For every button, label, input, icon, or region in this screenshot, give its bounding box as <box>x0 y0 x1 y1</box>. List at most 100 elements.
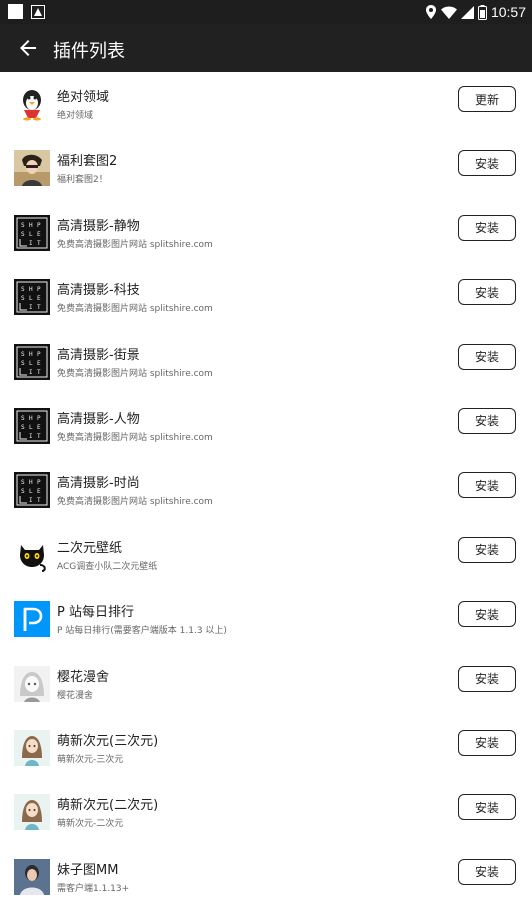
svg-text:T: T <box>37 369 41 376</box>
app-toolbar: 插件列表 <box>0 24 532 72</box>
plugin-description: 萌新次元-二次元 <box>57 819 124 830</box>
svg-text:T: T <box>37 304 41 311</box>
black-cat-icon <box>14 536 50 573</box>
plugin-name: 福利套图2 <box>57 154 118 170</box>
status-bar: 10:57 <box>0 0 532 24</box>
plugin-description: 免费高清摄影图片网站 splitshire.com <box>57 239 213 250</box>
plugin-name: 高清摄影-科技 <box>57 283 140 299</box>
plugin-row[interactable]: S H P S L E I T 高清摄影-静物 免费高清摄影图片网站 splitshire.com… <box>0 201 532 265</box>
battery-icon <box>477 4 487 20</box>
plugin-description: 樱花漫舍 <box>57 690 94 701</box>
update-button[interactable]: 更新 <box>458 86 516 112</box>
plugin-description: 免费高清摄影图片网站 splitshire.com <box>57 304 213 315</box>
plugin-description: 免费高清摄影图片网站 splitshire.com <box>57 368 213 379</box>
plugin-description: 福利套图2！ <box>57 175 108 186</box>
clock: 10:57 <box>490 4 526 20</box>
plugin-name: 妹子图MM <box>57 862 119 878</box>
install-button[interactable]: 安装 <box>458 150 516 177</box>
plugin-row[interactable]: S H P S L E I T 高清摄影-时尚 免费高清摄影图片网站 splitshire.com… <box>0 458 532 522</box>
location-icon <box>425 5 436 19</box>
anime-girl-icon <box>14 729 50 766</box>
svg-text:S: S <box>21 231 25 238</box>
svg-text:E: E <box>37 231 41 238</box>
plugin-row[interactable]: 樱花漫舍 樱花漫舍 安装 <box>0 652 532 716</box>
svg-text:P: P <box>37 415 41 422</box>
plugin-name: 萌新次元(三次元) <box>57 733 159 749</box>
install-button[interactable]: 安装 <box>458 794 516 821</box>
notification-icon <box>8 4 23 19</box>
notification-a-icon <box>31 5 45 19</box>
svg-text:P: P <box>37 479 41 486</box>
plugin-row[interactable]: S H P S L E I T 高清摄影-街景 免费高清摄影图片网站 splitshire.com… <box>0 330 532 394</box>
svg-text:T: T <box>37 433 41 440</box>
back-arrow-icon[interactable] <box>16 36 40 60</box>
plugin-name: 二次元壁纸 <box>57 540 123 556</box>
install-button[interactable]: 安装 <box>458 472 516 499</box>
plugin-name: 高清摄影-街景 <box>57 347 140 363</box>
plugin-row[interactable]: S H P S L E I T 高清摄影-科技 免费高清摄影图片网站 splitshire.com… <box>0 265 532 329</box>
install-button[interactable]: 安装 <box>458 665 516 692</box>
plugin-row[interactable]: 福利套图2 福利套图2！ 安装 <box>0 136 532 200</box>
install-button[interactable]: 安装 <box>458 279 516 306</box>
page-title: 插件列表 <box>53 41 125 62</box>
penguin-icon <box>14 86 50 122</box>
splitshire-logo-icon: SHP SLEIT <box>14 472 50 509</box>
plugin-row[interactable]: 妹子图MM 需客户端1.1.13+ 安装 <box>0 845 532 909</box>
svg-text:L: L <box>29 360 33 367</box>
plugin-row[interactable]: S H P S L E I T 高清摄影-人物 免费高清摄影图片网站 splitshire.com… <box>0 394 532 458</box>
plugin-row[interactable]: 萌新次元(二次元) 萌新次元-二次元 安装 <box>0 780 532 844</box>
splitshire-logo-icon: SHP SLEIT <box>14 407 50 444</box>
plugin-row[interactable]: 萌新次元(三次元) 萌新次元-三次元 安装 <box>0 716 532 780</box>
plugin-description: 萌新次元-三次元 <box>57 754 124 765</box>
plugin-row[interactable]: 绝对领域 绝对领域 更新 <box>0 72 532 136</box>
svg-text:S: S <box>21 360 25 367</box>
plugin-description: 需客户端1.1.13+ <box>57 883 130 894</box>
svg-text:S: S <box>21 488 25 495</box>
plugin-description: 免费高清摄影图片网站 splitshire.com <box>57 432 213 443</box>
install-button[interactable]: 安装 <box>458 601 516 628</box>
plugin-name: 高清摄影-静物 <box>57 218 140 234</box>
anime-girl-sketch-icon <box>14 665 50 702</box>
svg-text:H: H <box>29 415 33 422</box>
svg-text:P: P <box>37 351 41 358</box>
svg-text:I: I <box>29 433 33 440</box>
splitshire-logo-icon: SHP SLEIT <box>14 214 50 251</box>
plugin-description: P 站每日排行(需要客户端版本 1.1.3 以上) <box>57 626 227 637</box>
svg-text:H: H <box>29 222 33 229</box>
plugin-name: 高清摄影-人物 <box>57 411 140 427</box>
svg-text:E: E <box>37 360 41 367</box>
svg-text:T: T <box>37 497 41 504</box>
svg-text:S: S <box>21 424 25 431</box>
svg-text:S: S <box>21 479 25 486</box>
svg-text:L: L <box>29 488 33 495</box>
svg-text:I: I <box>29 497 33 504</box>
svg-text:I: I <box>29 369 33 376</box>
splitshire-logo-icon: SHP SLEIT <box>14 343 50 380</box>
plugin-name: P 站每日排行 <box>57 605 134 621</box>
install-button[interactable]: 安装 <box>458 407 516 434</box>
svg-text:H: H <box>29 286 33 293</box>
svg-text:I: I <box>29 304 33 311</box>
signal-icon <box>460 5 474 19</box>
install-button[interactable]: 安装 <box>458 536 516 563</box>
plugin-description: ACG调查小队二次元壁纸 <box>57 561 158 572</box>
plugin-row[interactable]: P 站每日排行 P 站每日排行(需要客户端版本 1.1.3 以上) 安装 <box>0 587 532 651</box>
splitshire-logo-icon: SHP SLEIT <box>14 279 50 316</box>
svg-text:P: P <box>37 222 41 229</box>
plugin-row[interactable]: 二次元壁纸 ACG调查小队二次元壁纸 安装 <box>0 523 532 587</box>
install-button[interactable]: 安装 <box>458 343 516 370</box>
svg-text:S: S <box>21 286 25 293</box>
install-button[interactable]: 安装 <box>458 214 516 241</box>
svg-text:P: P <box>37 286 41 293</box>
plugin-name: 萌新次元(二次元) <box>57 798 159 814</box>
svg-text:I: I <box>29 240 33 247</box>
plugin-description: 免费高清摄影图片网站 splitshire.com <box>57 497 213 508</box>
plugin-name: 绝对领域 <box>57 90 110 105</box>
svg-text:T: T <box>37 240 41 247</box>
plugin-name: 樱花漫舍 <box>57 669 110 685</box>
plugin-description: 绝对领域 <box>57 111 94 121</box>
install-button[interactable]: 安装 <box>458 729 516 756</box>
install-button[interactable]: 安装 <box>458 858 516 885</box>
svg-text:S: S <box>21 222 25 229</box>
svg-text:H: H <box>29 351 33 358</box>
